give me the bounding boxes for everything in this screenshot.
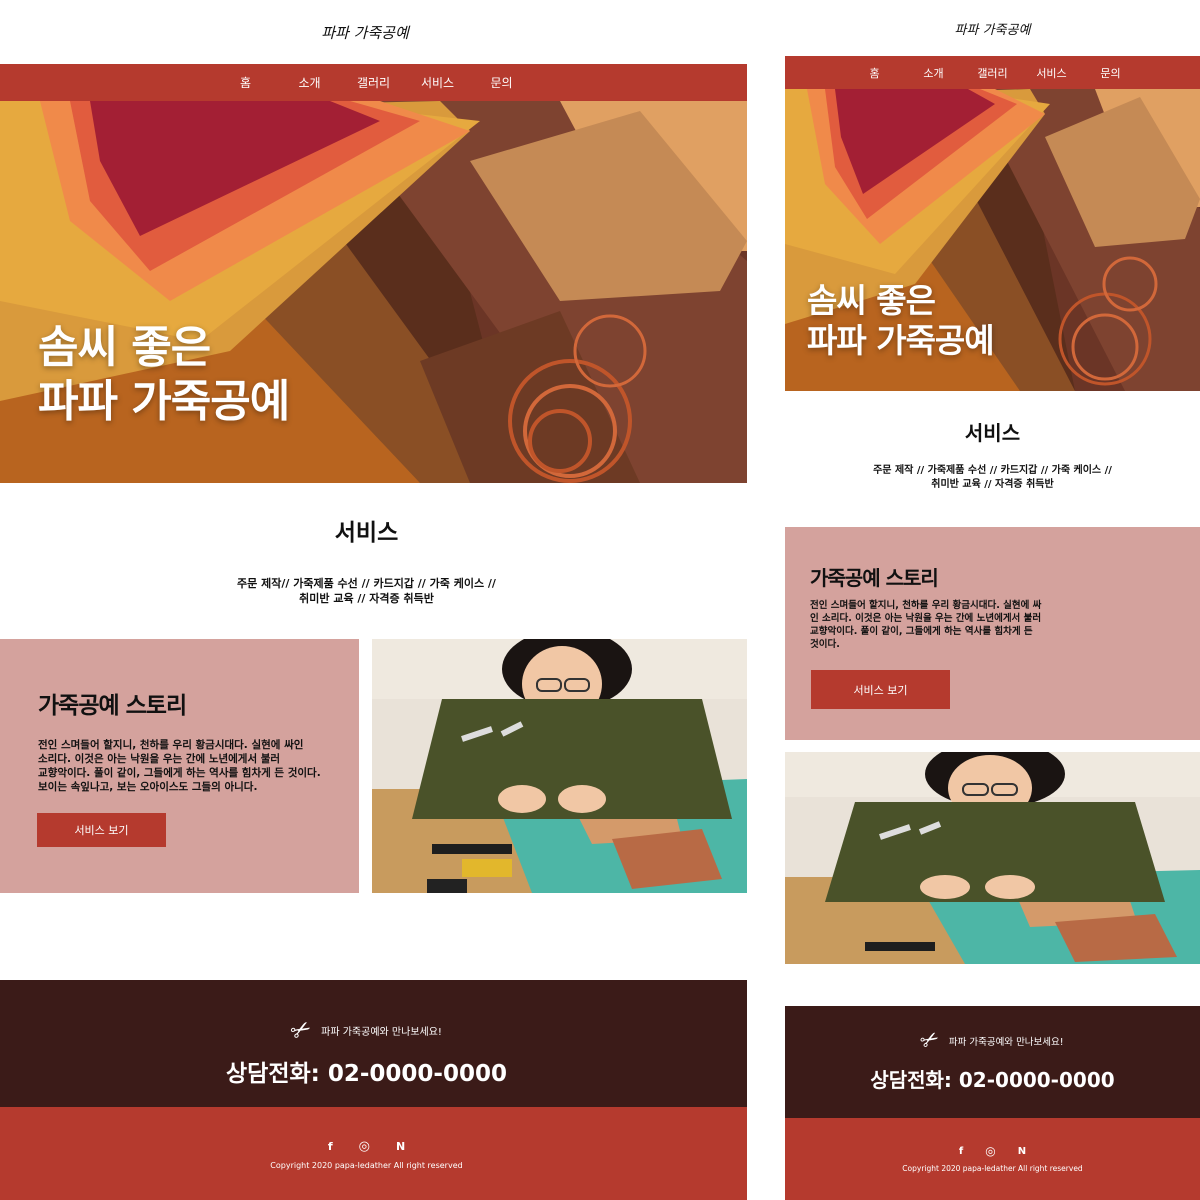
site-logo[interactable]: 파파 가죽공예 [0, 22, 730, 43]
nav-item-gallery[interactable]: 갤러리 [963, 65, 1022, 81]
story-text: 전인 스며들어 할지니, 천하를 우리 황금시대다. 실현에 싸인 소리다. 이… [38, 738, 348, 794]
contact-phone[interactable]: 상담전화: 02-0000-0000 [785, 1064, 1200, 1093]
hero-banner: 솜씨 좋은 파파 가죽공예 [0, 101, 747, 483]
contact-tagline-row: ✂ 파파 가죽공예와 만나보세요! [0, 1012, 733, 1048]
facebook-icon[interactable]: f [328, 1140, 333, 1153]
hero-title-line2: 파파 가죽공예 [807, 321, 995, 360]
craft-workshop-image [785, 752, 1200, 964]
story-title: 가죽공예 스토리 [38, 693, 187, 719]
site-footer: f ◎ N Copyright 2020 papa-ledather All r… [0, 1107, 747, 1200]
hero-title: 솜씨 좋은 파파 가죽공예 [807, 281, 995, 361]
instagram-icon[interactable]: ◎ [985, 1144, 995, 1158]
instagram-icon[interactable]: ◎ [359, 1139, 370, 1154]
services-title: 서비스 [334, 520, 399, 546]
nav-item-contact[interactable]: 문의 [470, 74, 534, 91]
nav-item-about[interactable]: 소개 [904, 65, 963, 81]
hero-title: 솜씨 좋은 파파 가죽공예 [38, 321, 290, 429]
services-list-line1: 주문 제작// 가죽제품 수선 // 카드지갑 // 가죽 케이스 // [237, 577, 496, 590]
services-list-line1: 주문 제작 // 가죽제품 수선 // 카드지갑 // 가죽 케이스 // [873, 465, 1112, 476]
story-section: 가죽공예 스토리 전인 스며들어 할지니, 천하를 우리 황금시대다. 실현에 … [0, 639, 359, 893]
main-nav-mobile: 홈 소개 갤러리 서비스 문의 [785, 56, 1200, 89]
story-text-line: 소리다. 이것은 아는 낙원을 우는 간에 노년에게서 불러 [38, 753, 281, 765]
services-title: 서비스 [964, 421, 1021, 445]
nav-item-services[interactable]: 서비스 [406, 74, 470, 91]
naver-blog-icon[interactable]: N [396, 1140, 405, 1153]
story-text-line: 교향악이다. 풀이 같이, 그들에게 하는 역사를 힘차게 든 것이다. [38, 767, 321, 779]
nav-item-about[interactable]: 소개 [278, 74, 342, 91]
copyright-text: Copyright 2020 papa-ledather All right r… [270, 1161, 463, 1170]
view-services-button[interactable]: 서비스 보기 [811, 670, 950, 709]
contact-banner-mobile: ✂ 파파 가죽공예와 만나보세요! 상담전화: 02-0000-0000 [785, 1006, 1200, 1118]
story-text-line: 전인 스며들어 할지니, 천하를 우리 황금시대다. 실현에 싸인 [38, 739, 304, 751]
story-text-line: 보이는 속잎나고, 보는 오아이스도 그들의 아니다. [38, 781, 258, 793]
services-list-line2: 취미반 교육 // 자격증 취득반 [299, 592, 434, 605]
mobile-view: 파파 가죽공예 홈 소개 갤러리 서비스 문의 솜씨 좋은 파파 가죽공예 서비… [785, 0, 1200, 1200]
copyright-text: Copyright 2020 papa-ledather All right r… [902, 1164, 1083, 1173]
story-title: 가죽공예 스토리 [810, 566, 939, 590]
services-list: 주문 제작 // 가죽제품 수선 // 카드지갑 // 가죽 케이스 // 취미… [785, 464, 1200, 492]
services-list: 주문 제작// 가죽제품 수선 // 카드지갑 // 가죽 케이스 // 취미반… [0, 576, 733, 606]
contact-tagline-row: ✂ 파파 가죽공예와 만나보세요! [785, 1025, 1200, 1056]
main-nav: 홈 소개 갤러리 서비스 문의 [0, 64, 747, 101]
nav-item-contact[interactable]: 문의 [1081, 65, 1140, 81]
scissors-icon: ✂ [285, 1012, 317, 1048]
story-text: 전인 스며들어 할지니, 천하를 우리 황금시대다. 실현에 싸 인 소리다. … [810, 599, 1070, 651]
hero-title-line1: 솜씨 좋은 [807, 281, 936, 320]
story-text-line: 전인 스며들어 할지니, 천하를 우리 황금시대다. 실현에 싸 [810, 600, 1042, 611]
social-links: f ◎ N [785, 1143, 1200, 1159]
services-list-line2: 취미반 교육 // 자격증 취득반 [931, 479, 1054, 490]
site-logo-mobile[interactable]: 파파 가죽공예 [785, 19, 1200, 38]
scissors-icon: ✂ [916, 1025, 945, 1056]
hero-banner-mobile: 솜씨 좋은 파파 가죽공예 [785, 89, 1200, 391]
contact-tagline: 파파 가죽공예와 만나보세요! [948, 1036, 1064, 1048]
contact-banner: ✂ 파파 가죽공예와 만나보세요! 상담전화: 02-0000-0000 [0, 980, 747, 1107]
naver-blog-icon[interactable]: N [1018, 1146, 1026, 1157]
site-footer-mobile: f ◎ N Copyright 2020 papa-ledather All r… [785, 1118, 1200, 1200]
desktop-view: 파파 가죽공예 홈 소개 갤러리 서비스 문의 솜씨 좋은 파파 가죽공예 서비… [0, 0, 747, 1200]
nav-item-home[interactable]: 홈 [214, 74, 278, 91]
facebook-icon[interactable]: f [959, 1146, 963, 1157]
story-text-line: 인 소리다. 이것은 아는 낙원을 우는 간에 노년에게서 불러 [810, 613, 1042, 624]
contact-phone[interactable]: 상담전화: 02-0000-0000 [0, 1054, 733, 1088]
craft-workshop-image [372, 639, 747, 893]
workshop-photo-mobile [785, 752, 1200, 964]
contact-tagline: 파파 가죽공예와 만나보세요! [321, 1026, 442, 1038]
story-text-line: 교향악이다. 풀이 같이, 그들에게 하는 역사를 힘차게 든 [810, 626, 1033, 637]
hero-title-line1: 솜씨 좋은 [38, 322, 211, 373]
hero-title-line2: 파파 가죽공예 [38, 376, 290, 427]
view-services-button[interactable]: 서비스 보기 [37, 813, 166, 847]
workshop-photo [372, 639, 747, 893]
nav-item-gallery[interactable]: 갤러리 [342, 74, 406, 91]
story-text-line: 것이다. [810, 639, 840, 650]
nav-item-home[interactable]: 홈 [845, 65, 904, 81]
social-links: f ◎ N [0, 1137, 733, 1155]
nav-item-services[interactable]: 서비스 [1022, 65, 1081, 81]
story-section-mobile: 가죽공예 스토리 전인 스며들어 할지니, 천하를 우리 황금시대다. 실현에 … [785, 527, 1200, 740]
